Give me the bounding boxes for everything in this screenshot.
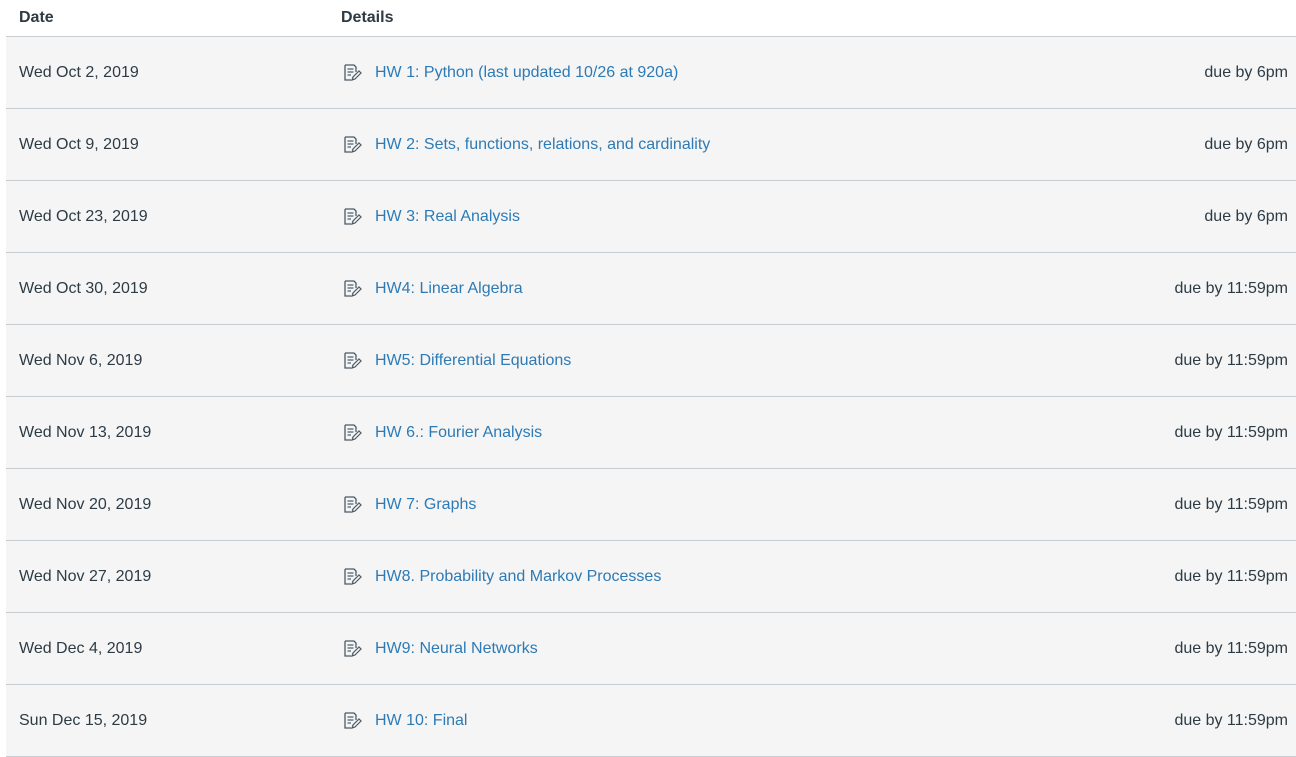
row-details: HW5: Differential Equations — [341, 350, 996, 372]
assignment-icon — [341, 350, 363, 372]
row-due: due by 11:59pm — [1174, 279, 1288, 297]
row-due: due by 11:59pm — [1174, 351, 1288, 369]
table-row: Wed Nov 20, 2019 HW 7: Graphs due by 11:… — [6, 469, 1296, 541]
date-column-header: Date — [19, 9, 54, 26]
assignment-link[interactable]: HW 7: Graphs — [375, 496, 476, 514]
assignment-link[interactable]: HW9: Neural Networks — [375, 640, 538, 658]
assignment-icon — [341, 278, 363, 300]
row-date: Wed Nov 20, 2019 — [19, 495, 152, 513]
row-due: due by 11:59pm — [1174, 567, 1288, 585]
row-due: due by 6pm — [1204, 63, 1288, 81]
row-due: due by 11:59pm — [1174, 423, 1288, 441]
row-details: HW 3: Real Analysis — [341, 206, 996, 228]
row-details: HW4: Linear Algebra — [341, 278, 996, 300]
row-date: Wed Nov 13, 2019 — [19, 423, 152, 441]
row-date: Wed Dec 4, 2019 — [19, 639, 143, 657]
assignment-icon — [341, 134, 363, 156]
syllabus-table: Date Details Wed Oct 2, 2019 HW 1: Pytho… — [6, 0, 1296, 757]
row-details: HW8. Probability and Markov Processes — [341, 566, 996, 588]
row-details: HW 1: Python (last updated 10/26 at 920a… — [341, 62, 996, 84]
table-row: Wed Nov 13, 2019 HW 6.: Fourier Analysis… — [6, 397, 1296, 469]
row-date: Wed Oct 23, 2019 — [19, 207, 148, 225]
row-details: HW 6.: Fourier Analysis — [341, 422, 996, 444]
assignment-icon — [341, 422, 363, 444]
row-details: HW 2: Sets, functions, relations, and ca… — [341, 134, 996, 156]
table-row: Wed Nov 27, 2019 HW8. Probability and Ma… — [6, 541, 1296, 613]
table-row: Wed Oct 2, 2019 HW 1: Python (last updat… — [6, 37, 1296, 109]
assignment-icon — [341, 710, 363, 732]
table-row: Sun Dec 15, 2019 HW 10: Final due by 11:… — [6, 685, 1296, 757]
row-due: due by 6pm — [1204, 135, 1288, 153]
assignment-link[interactable]: HW 2: Sets, functions, relations, and ca… — [375, 136, 710, 154]
assignment-icon — [341, 206, 363, 228]
assignment-link[interactable]: HW5: Differential Equations — [375, 352, 571, 370]
table-row: Wed Dec 4, 2019 HW9: Neural Networks due… — [6, 613, 1296, 685]
row-details: HW 10: Final — [341, 710, 996, 732]
table-row: Wed Oct 9, 2019 HW 2: Sets, functions, r… — [6, 109, 1296, 181]
row-date: Wed Oct 30, 2019 — [19, 279, 148, 297]
assignment-link[interactable]: HW8. Probability and Markov Processes — [375, 568, 661, 586]
table-row: Wed Nov 6, 2019 HW5: Differential Equati… — [6, 325, 1296, 397]
row-details: HW9: Neural Networks — [341, 638, 996, 660]
row-due: due by 11:59pm — [1174, 711, 1288, 729]
assignment-link[interactable]: HW 1: Python (last updated 10/26 at 920a… — [375, 64, 678, 82]
assignment-icon — [341, 494, 363, 516]
assignment-link[interactable]: HW 3: Real Analysis — [375, 208, 520, 226]
details-column-header: Details — [341, 9, 394, 26]
row-due: due by 6pm — [1204, 207, 1288, 225]
table-row: Wed Oct 23, 2019 HW 3: Real Analysis due… — [6, 181, 1296, 253]
row-date: Sun Dec 15, 2019 — [19, 711, 148, 729]
row-date: Wed Nov 27, 2019 — [19, 567, 152, 585]
assignment-link[interactable]: HW 6.: Fourier Analysis — [375, 424, 542, 442]
row-due: due by 11:59pm — [1174, 495, 1288, 513]
assignment-link[interactable]: HW 10: Final — [375, 712, 467, 730]
row-date: Wed Oct 2, 2019 — [19, 63, 139, 81]
table-row: Wed Oct 30, 2019 HW4: Linear Algebra due… — [6, 253, 1296, 325]
row-details: HW 7: Graphs — [341, 494, 996, 516]
row-date: Wed Oct 9, 2019 — [19, 135, 139, 153]
assignment-icon — [341, 638, 363, 660]
row-date: Wed Nov 6, 2019 — [19, 351, 143, 369]
table-header: Date Details — [6, 0, 1296, 37]
assignment-link[interactable]: HW4: Linear Algebra — [375, 280, 523, 298]
assignment-icon — [341, 62, 363, 84]
row-due: due by 11:59pm — [1174, 639, 1288, 657]
assignment-icon — [341, 566, 363, 588]
